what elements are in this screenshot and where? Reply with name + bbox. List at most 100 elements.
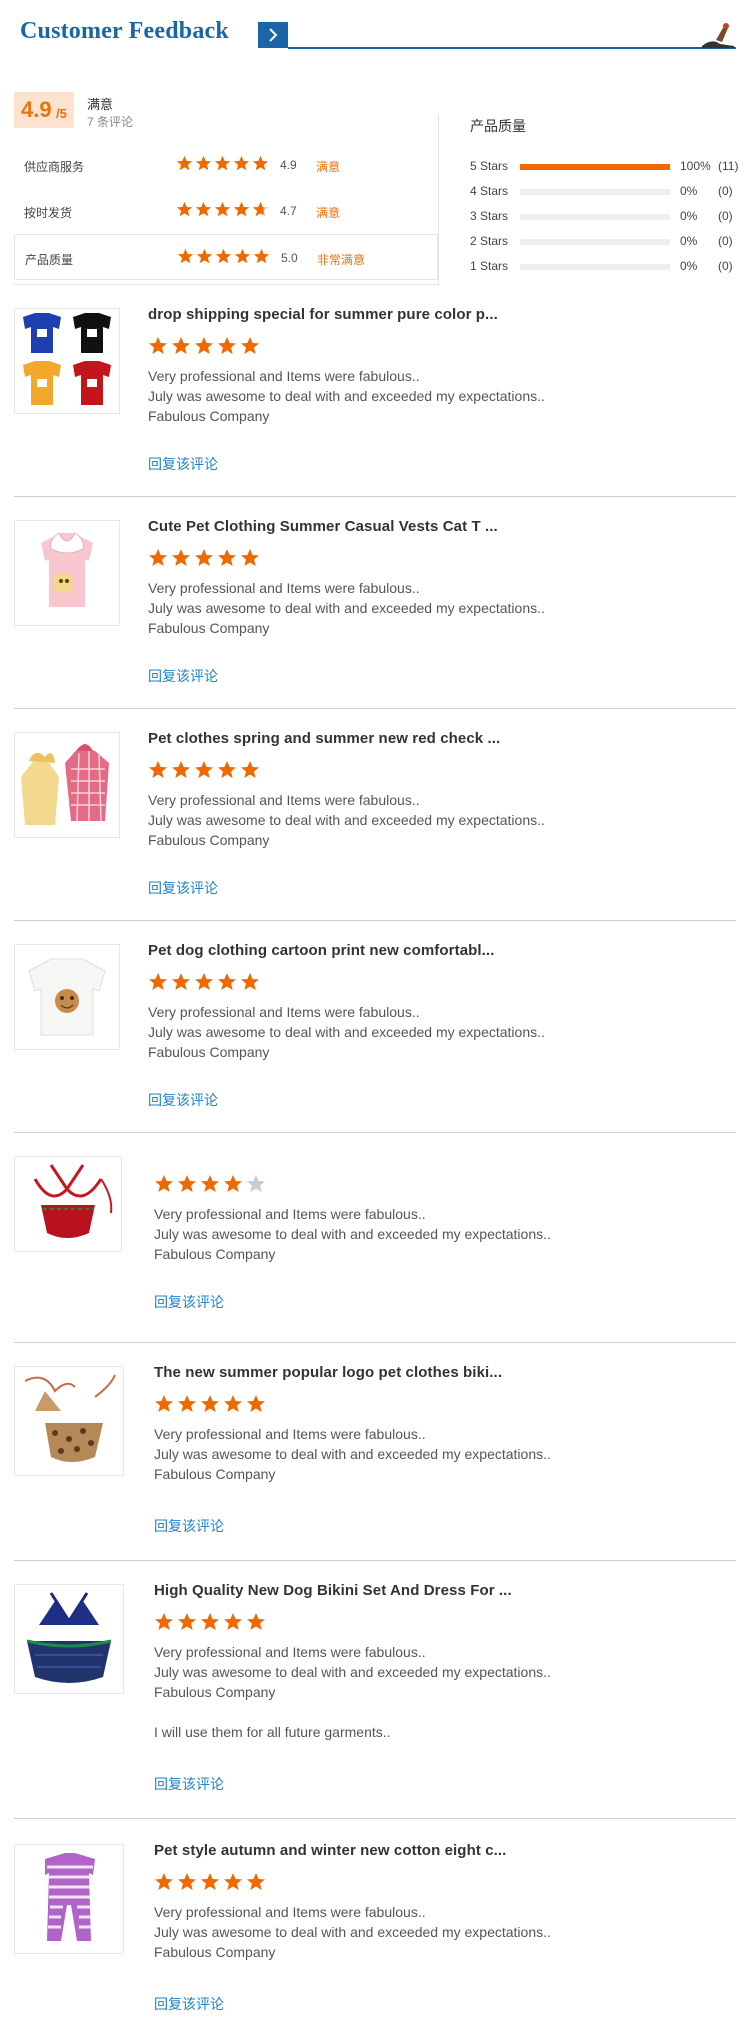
star-icon [194,336,214,361]
star-icon [148,548,168,573]
distribution-count: (0) [718,184,733,198]
product-title[interactable]: drop shipping special for summer pure co… [148,306,498,323]
star-icon [246,1174,266,1199]
distribution-row-1: 1 Stars 0% (0) [470,256,740,276]
distribution-title: 产品质量 [470,118,526,134]
product-thumbnail[interactable] [14,732,120,838]
review-line: July was awesome to deal with and exceed… [148,388,545,404]
product-title[interactable]: Pet style autumn and winter new cotton e… [154,1842,506,1859]
section-header: Customer Feedback [0,0,750,58]
star-icon [176,201,193,223]
star-rating [176,155,271,177]
review-line: Very professional and Items were fabulou… [154,1426,426,1442]
product-thumbnail[interactable] [14,1366,124,1476]
product-thumbnail[interactable] [14,1156,122,1252]
star-rating [148,548,263,573]
distribution-count: (0) [718,234,733,248]
rating-label: 按时发货 [24,206,73,220]
star-icon [252,201,269,223]
distribution-row-2: 2 Stars 0% (0) [470,231,740,251]
distribution-label: 2 Stars [470,234,509,248]
distribution-count: (11) [718,159,739,173]
review-line: Fabulous Company [154,1246,276,1262]
star-icon [148,972,168,997]
star-icon [246,1612,266,1637]
star-icon [154,1872,174,1897]
pet-shirts-image [23,313,111,405]
star-icon [154,1612,174,1637]
star-icon [177,1394,197,1419]
distribution-count: (0) [718,259,733,273]
star-icon [214,155,231,177]
rating-row-quality[interactable]: 产品质量 5.0 非常满意 [14,234,438,280]
star-icon [171,760,191,785]
rating-value: 5.0 [281,251,298,265]
distribution-row-4: 4 Stars 0% (0) [470,181,740,201]
product-title[interactable]: The new summer popular logo pet clothes … [154,1364,502,1381]
product-thumbnail[interactable] [14,944,120,1050]
star-icon [223,1174,243,1199]
review-text: Very professional and Items were fabulou… [154,1204,551,1264]
review-line: Fabulous Company [148,620,270,636]
review-item: Very professional and Items were fabulou… [14,1154,736,1343]
product-title[interactable]: Cute Pet Clothing Summer Casual Vests Ca… [148,518,498,535]
reply-link[interactable]: 回复该评论 [154,1292,224,1312]
star-rating [148,972,263,997]
distribution-count: (0) [718,209,733,223]
distribution-label: 3 Stars [470,209,509,223]
review-line: Fabulous Company [148,408,270,424]
distribution-label: 4 Stars [470,184,509,198]
star-icon [177,1872,197,1897]
check-dress-image [21,744,109,825]
leopard-bikini-image [24,1374,116,1462]
star-icon [200,1174,220,1199]
star-icon [148,760,168,785]
product-thumbnail[interactable] [14,308,120,414]
star-icon [223,1612,243,1637]
distribution-percent: 0% [680,259,698,273]
star-icon [154,1174,174,1199]
star-icon [176,155,193,177]
product-thumbnail[interactable] [14,520,120,626]
reply-link[interactable]: 回复该评论 [154,1994,224,2014]
review-text: Very professional and Items were fabulou… [148,578,545,638]
star-rating [154,1872,269,1897]
product-title[interactable]: Pet dog clothing cartoon print new comfo… [148,942,494,959]
star-icon [194,548,214,573]
star-icon [217,548,237,573]
review-text: Very professional and Items were fabulou… [148,790,545,850]
star-rating [148,336,263,361]
distribution-bar [520,214,670,220]
rating-label: 供应商服务 [24,160,85,174]
star-icon [217,760,237,785]
reply-link[interactable]: 回复该评论 [154,1516,224,1536]
reply-link[interactable]: 回复该评论 [148,454,218,474]
star-icon [214,201,231,223]
distribution-bar [520,164,670,170]
rating-row-supplier: 供应商服务 4.9 满意 [14,142,438,188]
chevron-right-icon [269,28,278,42]
star-icon [223,1394,243,1419]
product-thumbnail[interactable] [14,1844,124,1954]
next-button[interactable] [258,22,288,48]
review-line: July was awesome to deal with and exceed… [154,1924,551,1940]
product-thumbnail[interactable] [14,1584,124,1694]
product-title[interactable]: Pet clothes spring and summer new red ch… [148,730,500,747]
star-icon [252,155,269,177]
star-icon [200,1394,220,1419]
reply-link[interactable]: 回复该评论 [148,666,218,686]
product-title[interactable]: High Quality New Dog Bikini Set And Dres… [154,1582,512,1599]
distribution-percent: 100% [680,159,711,173]
star-icon [195,155,212,177]
reply-link[interactable]: 回复该评论 [148,1090,218,1110]
distribution-bar [520,189,670,195]
reply-link[interactable]: 回复该评论 [148,878,218,898]
review-line: Very professional and Items were fabulou… [148,792,420,808]
reply-link[interactable]: 回复该评论 [154,1774,224,1794]
review-text: Very professional and Items were fabulou… [154,1902,551,1962]
star-icon [171,336,191,361]
star-icon [194,760,214,785]
review-line: Very professional and Items were fabulou… [154,1904,426,1920]
pink-vest-image [41,532,93,607]
star-icon [196,248,213,270]
